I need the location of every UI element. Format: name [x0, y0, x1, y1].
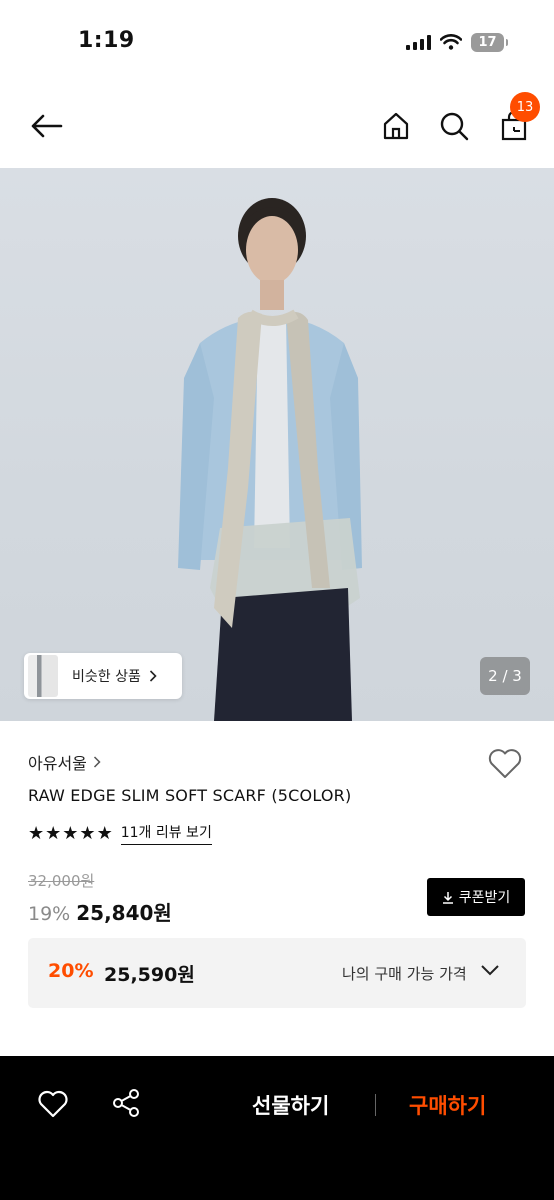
search-button[interactable] — [434, 106, 474, 146]
my-price-box[interactable]: 20% 25,590원 나의 구매 가능 가격 — [28, 938, 526, 1008]
buy-button[interactable]: 구매하기 — [409, 1090, 486, 1120]
chevron-right-icon — [93, 756, 101, 768]
coupon-label: 쿠폰받기 — [458, 890, 511, 906]
status-icons: 17 — [406, 30, 508, 54]
discount-rate: 19% — [28, 903, 71, 925]
chevron-down-icon — [481, 965, 499, 976]
status-time: 1:19 — [78, 28, 135, 53]
coupon-button[interactable]: 쿠폰받기 — [427, 878, 525, 916]
home-icon — [383, 112, 409, 140]
battery-icon: 17 — [471, 32, 508, 52]
bottom-wishlist-button[interactable] — [37, 1089, 71, 1121]
brand-name: 아유서울 — [28, 754, 87, 773]
back-button[interactable] — [24, 106, 68, 146]
share-icon — [113, 1089, 139, 1117]
divider — [375, 1094, 376, 1116]
sale-price: 25,840원 — [76, 901, 172, 925]
review-link[interactable]: 11개 리뷰 보기 — [120, 822, 212, 845]
chevron-right-icon — [149, 670, 157, 682]
wishlist-button[interactable] — [487, 748, 525, 784]
download-icon — [442, 891, 453, 904]
top-nav — [0, 92, 554, 160]
product-image[interactable]: 비슷한 상품 2 / 3 — [0, 168, 554, 721]
heart-icon — [488, 749, 522, 778]
my-price: 25,590원 — [104, 964, 195, 986]
similar-products-label: 비슷한 상품 — [72, 669, 141, 685]
rating-row: ★ ★ ★ ★ ★ 11개 리뷰 보기 — [28, 822, 212, 845]
gift-button[interactable]: 선물하기 — [252, 1090, 329, 1120]
bottom-action-bar: 선물하기 구매하기 — [0, 1056, 554, 1200]
my-discount-rate: 20% — [48, 960, 94, 982]
heart-icon — [38, 1090, 68, 1118]
product-title: RAW EDGE SLIM SOFT SCARF (5COLOR) — [28, 786, 352, 805]
original-price: 32,000원 — [28, 872, 95, 890]
my-price-label: 나의 구매 가능 가격 — [342, 965, 467, 983]
back-arrow-icon — [31, 114, 63, 138]
star-icon: ★ — [62, 822, 79, 844]
model-photo — [178, 198, 362, 721]
signal-icon — [406, 34, 431, 50]
battery-level: 17 — [471, 32, 504, 52]
similar-thumb — [28, 655, 58, 697]
brand-link[interactable]: 아유서울 — [28, 750, 101, 774]
price-row: 19% 25,840원 — [28, 897, 172, 926]
wifi-icon — [440, 34, 462, 50]
star-icon: ★ — [45, 822, 62, 844]
star-icon: ★ — [96, 822, 113, 844]
star-icon: ★ — [28, 822, 45, 844]
star-rating: ★ ★ ★ ★ ★ — [28, 822, 113, 844]
similar-products-button[interactable]: 비슷한 상품 — [24, 653, 182, 699]
star-icon: ★ — [79, 822, 96, 844]
search-icon — [440, 112, 469, 141]
image-page-indicator: 2 / 3 — [480, 657, 530, 695]
share-button[interactable] — [110, 1087, 144, 1121]
cart-count-badge: 13 — [510, 92, 540, 122]
home-button[interactable] — [376, 106, 416, 146]
status-bar: 1:19 17 — [0, 0, 554, 82]
